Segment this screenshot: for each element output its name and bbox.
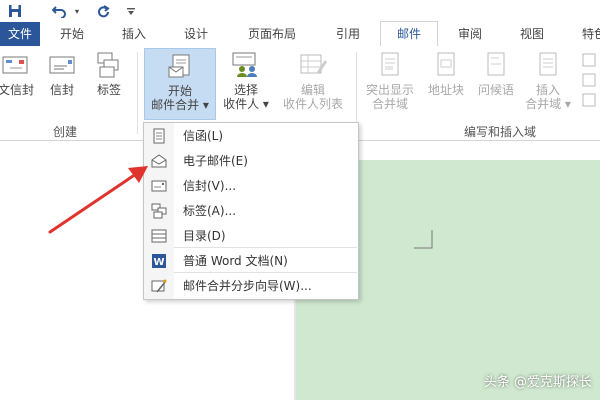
menu-item-label: 电子邮件(E) <box>183 154 248 168</box>
envelopes-label: 信封 <box>49 83 74 97</box>
start-mail-merge-button[interactable]: 开始 邮件合并 ▾ <box>144 48 216 120</box>
tab-home[interactable]: 开始 <box>50 22 94 46</box>
menu-item-label: 信封(V)... <box>183 179 237 193</box>
chinese-envelope-label: 文信封 <box>0 83 34 97</box>
tab-features[interactable]: 特色 <box>572 22 600 46</box>
address-block-button[interactable]: 地址块 <box>422 50 470 97</box>
ribbon-tabs: 文件 开始 插入 设计 页面布局 引用 邮件 审阅 视图 特色 <box>0 21 600 48</box>
select-recipients-line1: 选择 <box>233 83 258 97</box>
insert-merge-field-line2: 合并域 ▾ <box>525 97 571 111</box>
start-mail-merge-line2: 邮件合并 ▾ <box>151 98 209 112</box>
menu-item-label: 邮件合并分步向导(W)... <box>183 279 312 293</box>
edit-recipient-list-line1: 编辑 <box>300 83 325 97</box>
menu-item-directory[interactable]: 目录(D) <box>144 223 358 248</box>
menu-item-mail-merge-wizard[interactable]: 邮件合并分步向导(W)... <box>144 273 358 298</box>
highlight-merge-fields-icon <box>360 50 420 83</box>
red-arrow-annotation <box>48 166 148 234</box>
menu-item-email[interactable]: 电子邮件(E) <box>144 148 358 173</box>
insert-merge-field-icon <box>522 50 574 83</box>
quick-access-toolbar: ▾ <box>0 0 600 22</box>
highlight-merge-fields-button[interactable]: 突出显示 合并域 <box>360 50 420 111</box>
tab-mailings[interactable]: 邮件 <box>380 21 438 48</box>
menu-item-label: 信函(L) <box>183 129 224 143</box>
recipients-icon <box>218 50 274 83</box>
wizard-icon <box>144 278 174 294</box>
insert-merge-field-button[interactable]: 插入 合并域 ▾ <box>522 50 574 111</box>
redo-icon[interactable] <box>94 2 112 20</box>
undo-icon[interactable] <box>50 2 70 20</box>
tab-file[interactable]: 文件 <box>0 22 40 46</box>
save-icon[interactable] <box>6 2 24 20</box>
menu-item-envelopes[interactable]: 信封(V)... <box>144 173 358 198</box>
menu-item-label: 普通 Word 文档(N) <box>183 254 288 268</box>
rules-button[interactable] <box>578 52 600 111</box>
labels-label: 标签 <box>96 83 121 97</box>
rules-icon <box>582 53 596 107</box>
create-group-label: 创建 <box>52 125 77 139</box>
watermark-text: 头条 @爱克斯探长 <box>483 375 592 390</box>
undo-dropdown-icon[interactable]: ▾ <box>72 2 82 20</box>
svg-text:W: W <box>153 257 164 268</box>
tab-references[interactable]: 引用 <box>326 22 370 46</box>
labels-button[interactable]: 标签 <box>88 50 130 97</box>
labels-icon <box>88 50 130 83</box>
greeting-line-icon <box>472 50 520 83</box>
edit-recipient-list-icon <box>274 50 352 83</box>
highlight-merge-fields-line1: 突出显示 <box>365 83 414 97</box>
select-recipients-button[interactable]: 选择 收件人 ▾ <box>218 50 274 111</box>
envelope-icon <box>42 50 82 83</box>
envelopes-button[interactable]: 信封 <box>42 50 82 97</box>
margin-corner-mark <box>414 230 433 249</box>
start-mail-merge-line1: 开始 <box>167 84 192 98</box>
tab-page-layout[interactable]: 页面布局 <box>236 22 308 46</box>
highlight-merge-fields-line2: 合并域 <box>371 97 408 111</box>
start-mail-merge-icon <box>145 53 215 84</box>
tab-view[interactable]: 视图 <box>510 22 554 46</box>
menu-item-label: 标签(A)... <box>183 204 237 218</box>
greeting-line-label: 问候语 <box>477 83 514 97</box>
start-mail-merge-menu: 信函(L) 电子邮件(E) 信封(V)... 标签(A)... 目录(D) W … <box>143 122 359 300</box>
menu-item-normal-word-document[interactable]: W 普通 Word 文档(N) <box>144 248 358 273</box>
tab-insert[interactable]: 插入 <box>112 22 156 46</box>
write-insert-fields-group-label: 编写和插入域 <box>463 125 536 139</box>
address-block-label: 地址块 <box>427 83 464 97</box>
insert-merge-field-line1: 插入 <box>535 83 560 97</box>
menu-item-labels[interactable]: 标签(A)... <box>144 198 358 223</box>
address-block-icon <box>422 50 470 83</box>
group-divider <box>137 52 138 134</box>
select-recipients-line2: 收件人 ▾ <box>223 97 269 111</box>
tab-design[interactable]: 设计 <box>174 22 218 46</box>
edit-recipient-list-line2: 收件人列表 <box>282 97 343 111</box>
word-doc-icon: W <box>144 253 174 269</box>
chinese-envelope-button[interactable]: 文信封 <box>0 50 36 97</box>
greeting-line-button[interactable]: 问候语 <box>472 50 520 97</box>
customize-qat-icon[interactable] <box>124 2 138 20</box>
tab-review[interactable]: 审阅 <box>448 22 492 46</box>
chinese-envelope-icon <box>0 50 36 83</box>
letter-icon <box>144 128 174 144</box>
menu-item-label: 目录(D) <box>183 229 226 243</box>
edit-recipient-list-button[interactable]: 编辑 收件人列表 <box>274 50 352 111</box>
menu-item-letters[interactable]: 信函(L) <box>144 123 358 148</box>
